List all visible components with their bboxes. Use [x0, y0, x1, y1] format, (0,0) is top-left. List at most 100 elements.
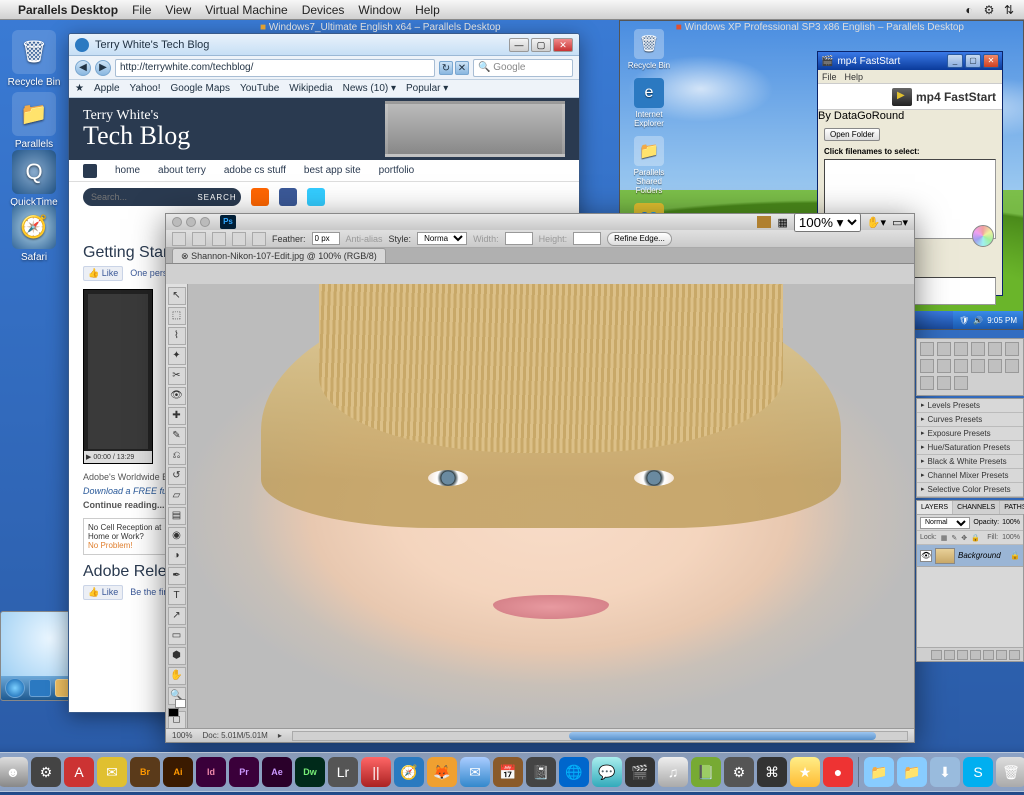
- preset-row[interactable]: ▸Selective Color Presets: [917, 483, 1023, 497]
- preset-row[interactable]: ▸Levels Presets: [917, 399, 1023, 413]
- dock-lightroom[interactable]: Lr: [328, 757, 358, 787]
- like-button[interactable]: 👍 Like: [83, 585, 123, 600]
- zoom-readout[interactable]: 100%: [172, 731, 192, 740]
- blog-search-button[interactable]: SEARCH: [193, 188, 241, 206]
- home-icon[interactable]: [83, 164, 97, 178]
- minimize-dot[interactable]: [186, 217, 196, 227]
- panel-icon[interactable]: [971, 359, 985, 373]
- search-field[interactable]: 🔍 Google: [473, 59, 573, 77]
- minimize-button[interactable]: —: [509, 38, 529, 52]
- nav-item[interactable]: adobe cs stuff: [224, 165, 286, 176]
- dock-indesign[interactable]: Id: [196, 757, 226, 787]
- lock-transparent[interactable]: ▦: [941, 534, 948, 542]
- lock-position[interactable]: ✥: [961, 534, 967, 542]
- blog-search-input[interactable]: [83, 188, 193, 206]
- link-layers-icon[interactable]: [931, 650, 942, 660]
- stop-button[interactable]: ✕: [455, 61, 469, 75]
- dock-app[interactable]: A: [64, 757, 94, 787]
- close-button[interactable]: ✕: [553, 38, 573, 52]
- desktop-icon-recycle-bin[interactable]: 🗑 Recycle Bin: [4, 30, 64, 88]
- video-player[interactable]: ▶ 00:00 / 13:29: [83, 289, 153, 464]
- adjustment-icon[interactable]: [970, 650, 981, 660]
- opacity-value[interactable]: 100%: [1002, 519, 1020, 526]
- menu-file[interactable]: File: [132, 3, 151, 17]
- preset-row[interactable]: ▸Channel Mixer Presets: [917, 469, 1023, 483]
- dock-app[interactable]: ⚙: [31, 757, 61, 787]
- dock-app[interactable]: 🌐: [559, 757, 589, 787]
- preset-row[interactable]: ▸Curves Presets: [917, 413, 1023, 427]
- close-tab-icon[interactable]: ⊗: [181, 251, 189, 261]
- bookmark-item[interactable]: Wikipedia: [289, 83, 332, 94]
- panel-icon[interactable]: [988, 359, 1002, 373]
- facebook-icon[interactable]: [279, 188, 297, 206]
- 3d-tool[interactable]: ⬢: [168, 647, 186, 665]
- dock-app[interactable]: 🎬: [625, 757, 655, 787]
- bookmark-item[interactable]: News (10) ▾: [343, 83, 396, 94]
- style-select[interactable]: Normal: [417, 232, 467, 245]
- path-tool[interactable]: ↗: [168, 607, 186, 625]
- nav-item[interactable]: home: [115, 165, 140, 176]
- dock-safari[interactable]: 🧭: [394, 757, 424, 787]
- pen-tool[interactable]: ✒: [168, 567, 186, 585]
- preset-row[interactable]: ▸Hue/Saturation Presets: [917, 441, 1023, 455]
- tray-icon[interactable]: 🔊: [973, 316, 983, 325]
- dock-dreamweaver[interactable]: Dw: [295, 757, 325, 787]
- new-layer-icon[interactable]: [996, 650, 1007, 660]
- xp-icon-ie[interactable]: eInternet Explorer: [626, 78, 672, 128]
- move-tool[interactable]: ↖: [168, 287, 186, 305]
- win7-taskbar-ie[interactable]: [29, 679, 51, 697]
- dock-app[interactable]: ●: [823, 757, 853, 787]
- ps-canvas[interactable]: [188, 284, 914, 728]
- panel-icon[interactable]: [920, 342, 934, 356]
- visibility-icon[interactable]: 👁: [920, 550, 932, 562]
- blog-logo[interactable]: Terry White's Tech Blog: [83, 109, 190, 149]
- dock-itunes[interactable]: ♫: [658, 757, 688, 787]
- dock-firefox[interactable]: 🦊: [427, 757, 457, 787]
- shape-tool[interactable]: ▭: [168, 627, 186, 645]
- like-button[interactable]: 👍 Like: [83, 266, 123, 281]
- panel-icon[interactable]: [954, 376, 968, 390]
- ps-titlebar[interactable]: Ps ▦ 100% ▾ ✋▾ ▭▾: [166, 214, 914, 230]
- dock-premiere[interactable]: Pr: [229, 757, 259, 787]
- dock-downloads[interactable]: ⬇: [930, 757, 960, 787]
- healing-tool[interactable]: ✚: [168, 407, 186, 425]
- panel-icon[interactable]: [920, 359, 934, 373]
- zoom-select[interactable]: 100% ▾: [794, 213, 861, 232]
- wand-tool[interactable]: ✦: [168, 347, 186, 365]
- lock-pixels[interactable]: ✎: [951, 534, 957, 542]
- back-button[interactable]: ◀: [75, 60, 91, 76]
- eraser-tool[interactable]: ▱: [168, 487, 186, 505]
- close-button[interactable]: ✕: [983, 54, 999, 68]
- bookmark-item[interactable]: Popular ▾: [406, 83, 448, 94]
- play-icon[interactable]: ▶: [86, 453, 91, 461]
- lasso-tool[interactable]: ⌇: [168, 327, 186, 345]
- close-dot[interactable]: [172, 217, 182, 227]
- panel-icon[interactable]: [1005, 342, 1019, 356]
- paths-tab[interactable]: PATHS: [1000, 501, 1024, 514]
- marquee-tool[interactable]: ⬚: [168, 307, 186, 325]
- dock-app[interactable]: ⚙: [724, 757, 754, 787]
- promo-box[interactable]: No Cell Reception at Home or Work? No Pr…: [83, 518, 173, 555]
- win7-start-button[interactable]: [5, 678, 25, 698]
- menubar-extra-icon[interactable]: ◐: [962, 3, 976, 17]
- preset-row[interactable]: ▸Exposure Presets: [917, 427, 1023, 441]
- dock-app[interactable]: ✉: [97, 757, 127, 787]
- antialias-check[interactable]: Anti-alias: [346, 234, 383, 244]
- dock-skype[interactable]: S: [963, 757, 993, 787]
- menu-help[interactable]: Help: [845, 72, 864, 82]
- open-folder-button[interactable]: Open Folder: [824, 128, 880, 141]
- dodge-tool[interactable]: ◑: [168, 547, 186, 565]
- view-extras-icon[interactable]: ▦: [777, 216, 787, 229]
- panel-icon[interactable]: [954, 342, 968, 356]
- dock-finder[interactable]: ☻: [0, 757, 28, 787]
- bookmark-item[interactable]: Google Maps: [171, 83, 230, 94]
- xp-icon-shared-folders[interactable]: 📁Parallels Shared Folders: [626, 136, 672, 195]
- menubar-extra-icon[interactable]: ⇅: [1002, 3, 1016, 17]
- panel-icon[interactable]: [954, 359, 968, 373]
- brush-tool[interactable]: ✎: [168, 427, 186, 445]
- selection-new[interactable]: [192, 232, 206, 246]
- hand-tool-icon[interactable]: ✋▾: [867, 216, 886, 229]
- layer-row[interactable]: 👁 Background 🔒: [917, 545, 1023, 567]
- panel-icon[interactable]: [937, 376, 951, 390]
- preset-row[interactable]: ▸Black & White Presets: [917, 455, 1023, 469]
